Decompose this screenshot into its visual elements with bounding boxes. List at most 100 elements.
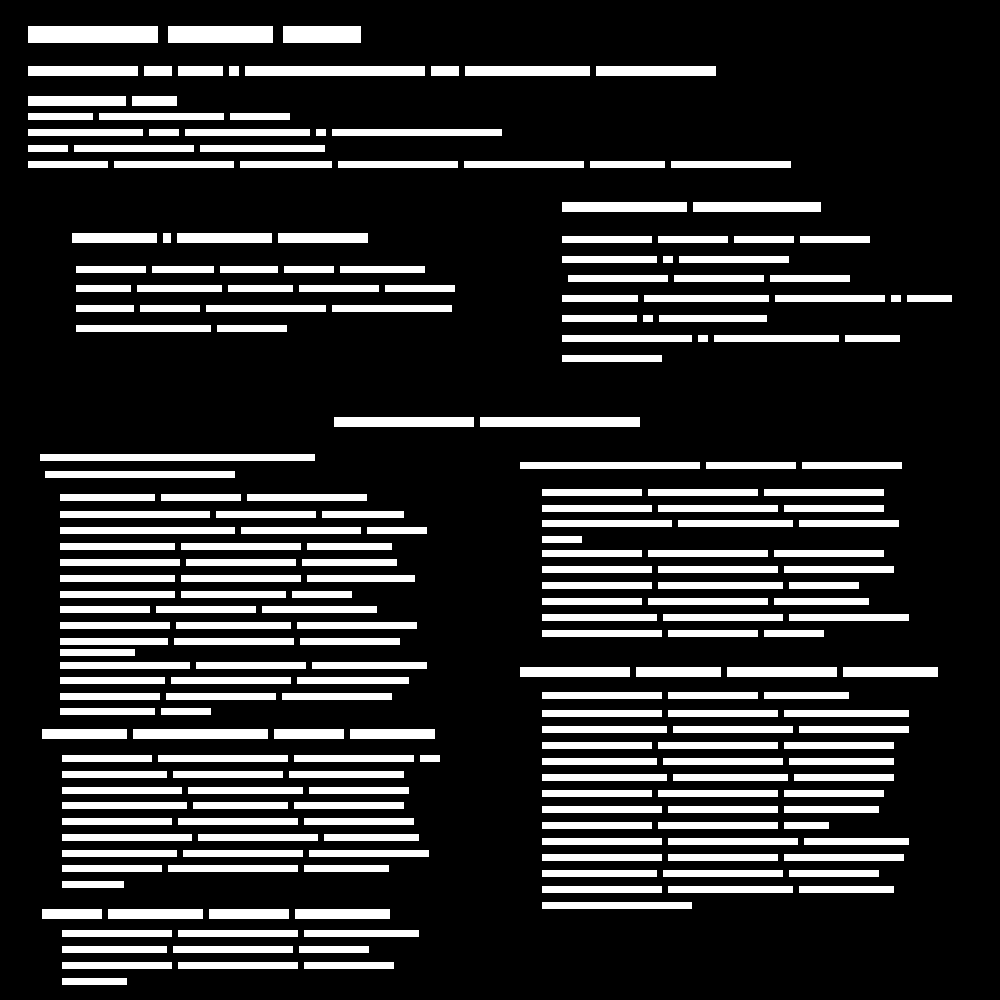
redaction-bar bbox=[60, 638, 168, 645]
redaction-bar bbox=[316, 129, 326, 136]
redaction-bar bbox=[663, 614, 783, 621]
redacted-line-47 bbox=[62, 865, 389, 872]
redacted-line-27 bbox=[60, 543, 392, 550]
redacted-line-49 bbox=[42, 909, 390, 919]
redaction-bar bbox=[431, 66, 459, 76]
redacted-line-33 bbox=[60, 638, 400, 645]
redaction-bar bbox=[542, 886, 662, 893]
redaction-bar bbox=[340, 266, 425, 273]
redacted-line-44 bbox=[62, 818, 414, 825]
redaction-bar bbox=[62, 962, 172, 969]
redacted-line-48 bbox=[62, 881, 124, 888]
redacted-line-35 bbox=[60, 662, 427, 669]
redacted-line-16 bbox=[568, 275, 850, 282]
redacted-line-42 bbox=[62, 787, 409, 794]
redaction-bar bbox=[133, 729, 268, 739]
redaction-bar bbox=[648, 550, 768, 557]
redaction-bar bbox=[297, 622, 417, 629]
redacted-line-59 bbox=[542, 550, 884, 557]
redacted-line-46 bbox=[62, 850, 429, 857]
redacted-line-20 bbox=[562, 355, 662, 362]
redaction-bar bbox=[845, 335, 900, 342]
redaction-bar bbox=[804, 838, 909, 845]
redacted-line-14 bbox=[562, 236, 870, 243]
redacted-line-68 bbox=[542, 726, 909, 733]
redaction-bar bbox=[60, 575, 175, 582]
redaction-bar bbox=[60, 527, 235, 534]
redaction-bar bbox=[149, 129, 179, 136]
redacted-line-43 bbox=[62, 802, 404, 809]
redaction-bar bbox=[663, 870, 783, 877]
redaction-bar bbox=[171, 677, 291, 684]
redaction-bar bbox=[209, 909, 289, 919]
redaction-bar bbox=[60, 649, 135, 656]
redaction-bar bbox=[144, 66, 172, 76]
redaction-bar bbox=[784, 790, 884, 797]
redaction-bar bbox=[784, 822, 829, 829]
redaction-bar bbox=[173, 946, 293, 953]
redaction-bar bbox=[228, 285, 293, 292]
redaction-bar bbox=[338, 161, 458, 168]
redaction-bar bbox=[158, 755, 288, 762]
redacted-line-71 bbox=[542, 774, 894, 781]
redaction-bar bbox=[648, 489, 758, 496]
redaction-bar bbox=[230, 113, 290, 120]
redaction-bar bbox=[644, 295, 769, 302]
redaction-bar bbox=[304, 865, 389, 872]
redaction-bar bbox=[62, 818, 172, 825]
redaction-bar bbox=[183, 850, 303, 857]
redacted-line-21 bbox=[334, 417, 640, 427]
redaction-bar bbox=[163, 233, 171, 243]
redaction-bar bbox=[668, 886, 793, 893]
redacted-line-62 bbox=[542, 598, 869, 605]
redaction-bar bbox=[289, 771, 404, 778]
redaction-bar bbox=[562, 256, 657, 263]
redaction-bar bbox=[542, 598, 642, 605]
redaction-bar bbox=[309, 850, 429, 857]
redaction-bar bbox=[385, 285, 455, 292]
redaction-bar bbox=[178, 66, 223, 76]
redaction-bar bbox=[542, 870, 657, 877]
redaction-bar bbox=[307, 575, 415, 582]
redaction-bar bbox=[60, 622, 170, 629]
redacted-line-13 bbox=[562, 202, 821, 212]
redacted-line-2 bbox=[28, 66, 716, 76]
redaction-bar bbox=[302, 559, 397, 566]
redaction-bar bbox=[671, 161, 791, 168]
redaction-bar bbox=[168, 865, 298, 872]
redacted-line-53 bbox=[62, 978, 127, 985]
redacted-line-23 bbox=[45, 471, 235, 478]
redaction-bar bbox=[350, 729, 435, 739]
redaction-bar bbox=[542, 790, 652, 797]
redaction-bar bbox=[62, 755, 152, 762]
redacted-line-19 bbox=[562, 335, 900, 342]
redaction-bar bbox=[542, 692, 662, 699]
redaction-bar bbox=[673, 774, 788, 781]
redaction-bar bbox=[727, 667, 837, 677]
redaction-bar bbox=[60, 559, 180, 566]
redaction-bar bbox=[775, 295, 885, 302]
redaction-bar bbox=[542, 726, 667, 733]
redaction-bar bbox=[784, 566, 894, 573]
redaction-bar bbox=[784, 505, 884, 512]
redacted-line-72 bbox=[542, 790, 884, 797]
redacted-line-65 bbox=[520, 667, 938, 677]
redaction-bar bbox=[42, 729, 127, 739]
redacted-line-15 bbox=[562, 256, 789, 263]
redaction-bar bbox=[789, 582, 859, 589]
redacted-line-79 bbox=[542, 902, 692, 909]
redaction-bar bbox=[200, 145, 325, 152]
redaction-bar bbox=[28, 66, 138, 76]
redaction-bar bbox=[332, 305, 452, 312]
redaction-bar bbox=[304, 930, 419, 937]
redaction-bar bbox=[295, 909, 390, 919]
redaction-bar bbox=[464, 161, 584, 168]
redacted-line-17 bbox=[562, 295, 952, 302]
redaction-bar bbox=[247, 494, 367, 501]
redaction-bar bbox=[76, 266, 146, 273]
redaction-bar bbox=[108, 909, 203, 919]
redaction-bar bbox=[789, 614, 909, 621]
redaction-bar bbox=[764, 630, 824, 637]
redacted-line-4 bbox=[28, 113, 290, 120]
redacted-line-58 bbox=[542, 536, 582, 543]
